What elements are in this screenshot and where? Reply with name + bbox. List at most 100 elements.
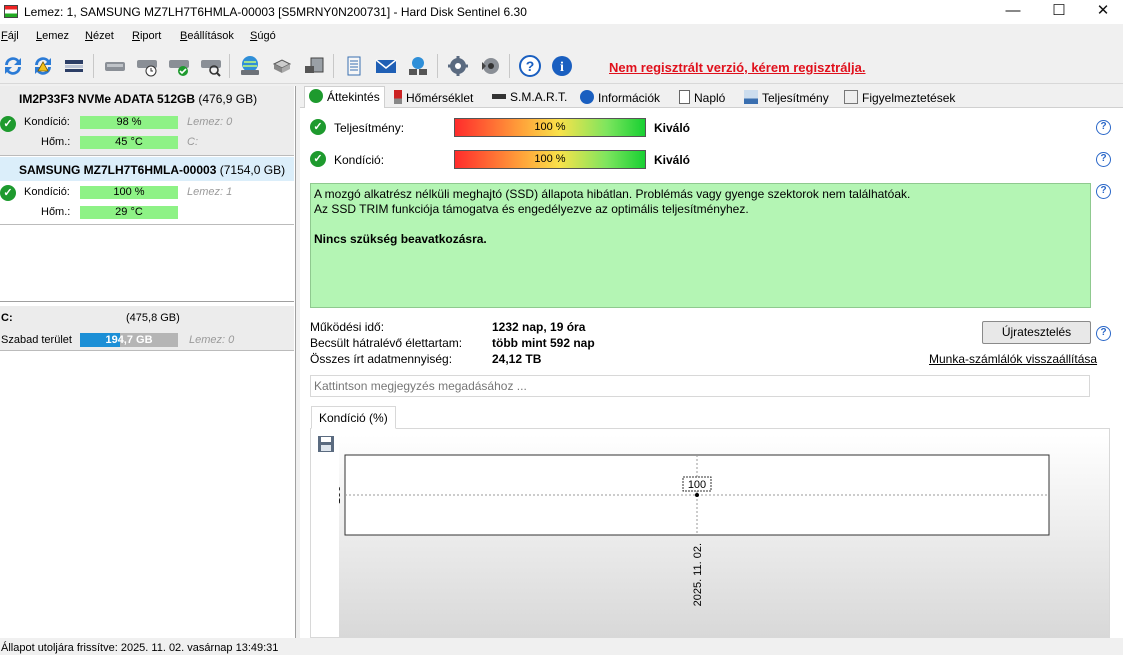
help-icon[interactable]: ? [1096, 120, 1111, 135]
toolbar: ? i [0, 48, 1123, 84]
volume-size: (475,8 GB) [126, 312, 180, 324]
reset-counters-link[interactable]: Munka-számlálók visszaállítása [929, 352, 1097, 366]
disk-index-label: Lemez: 0 [187, 116, 233, 128]
tab-smart[interactable]: S.M.A.R.T. [488, 88, 571, 108]
thermometer-icon [394, 90, 402, 104]
status-bar: Állapot utoljára frissítve: 2025. 11. 02… [0, 639, 1123, 655]
performance-rating: Kiváló [654, 121, 691, 135]
registration-link[interactable]: Nem regisztrált verzió, kérem regisztrál… [609, 60, 866, 75]
save-icon[interactable] [317, 435, 335, 453]
data-point [695, 493, 699, 497]
condition-label: Kondíció: [24, 116, 70, 128]
ok-check-icon: ✓ [0, 185, 16, 201]
menu-file[interactable]: Fájl [1, 30, 19, 42]
document-icon [679, 90, 690, 104]
chart-tab-condition[interactable]: Kondíció (%) [311, 406, 396, 429]
temperature-label: Hőm.: [41, 136, 71, 148]
disk-name: SAMSUNG MZ7LH7T6HMLA-00003 (7154,0 GB) [19, 163, 286, 177]
volume-card[interactable]: C: (475,8 GB) Szabad terület 194,7 GB Le… [0, 306, 294, 351]
y-tick-label: 100 [339, 486, 343, 504]
free-space-value: 194,7 GB [105, 334, 153, 346]
close-button[interactable]: ✕ [1080, 0, 1123, 24]
menu-disk[interactable]: Lemez [36, 30, 69, 42]
chart-panel: Kondíció (%) 100 2025. 11. 02. 100 [310, 406, 1110, 638]
overview-content: ✓ Teljesítmény: 100 % Kiváló ? ✓ Kondíci… [300, 108, 1123, 638]
network-icon[interactable] [405, 52, 431, 80]
temperature-bar: 45 °C [80, 136, 178, 149]
maximize-button[interactable]: ☐ [1036, 0, 1082, 24]
tab-information[interactable]: Információk [576, 88, 664, 108]
ok-check-icon: ✓ [310, 151, 326, 167]
help-icon[interactable]: ? [1096, 184, 1111, 199]
disk-icon[interactable] [61, 52, 87, 80]
condition-chart: 100 2025. 11. 02. 100 [331, 454, 1050, 606]
minimize-button[interactable]: — [990, 0, 1036, 24]
temperature-label: Hőm.: [41, 206, 71, 218]
disk-card-0[interactable]: IM2P33F3 NVMe ADATA 512GB (476,9 GB) ✓ K… [0, 86, 294, 156]
check-icon [309, 89, 323, 103]
disk-icon [492, 94, 506, 99]
detail-pane: Áttekintés Hőmérséklet S.M.A.R.T. Inform… [300, 86, 1123, 638]
x-tick-label: 2025. 11. 02. [692, 543, 704, 606]
written-value: 24,12 TB [492, 352, 542, 366]
disk-name: IM2P33F3 NVMe ADATA 512GB (476,9 GB) [19, 92, 258, 106]
menu-report[interactable]: Riport [132, 30, 161, 42]
performance-bar: 100 % [454, 118, 646, 137]
status-recommendation: Nincs szükség beavatkozásra. [314, 232, 487, 246]
ok-check-icon: ✓ [310, 119, 326, 135]
pane-divider [0, 301, 294, 302]
hdd-search-icon[interactable] [198, 52, 224, 80]
menu-view[interactable]: Nézet [85, 30, 114, 42]
menu-bar: Fájl Lemez Nézet Riport Beállítások Súgó [0, 27, 600, 47]
uptime-value: 1232 nap, 19 óra [492, 320, 586, 334]
lifetime-value: több mint 592 nap [492, 336, 595, 350]
title-bar: Lemez: 1, SAMSUNG MZ7LH7T6HMLA-00003 [S5… [0, 0, 1123, 24]
disk-index-label: Lemez: 1 [187, 186, 233, 198]
settings-icon[interactable] [445, 52, 471, 80]
data-label: 100 [688, 479, 706, 491]
condition-bar: 100 % [454, 150, 646, 169]
window-title: Lemez: 1, SAMSUNG MZ7LH7T6HMLA-00003 [S5… [24, 5, 527, 19]
disk-tools-icon[interactable] [269, 52, 295, 80]
menu-settings[interactable]: Beállítások [180, 30, 234, 42]
disk-card-1[interactable]: SAMSUNG MZ7LH7T6HMLA-00003 (7154,0 GB) ✓… [0, 157, 294, 225]
report-icon[interactable] [341, 52, 367, 80]
tab-log[interactable]: Napló [675, 88, 729, 108]
condition-label: Kondíció: [24, 186, 70, 198]
chart-area: 100 2025. 11. 02. 100 [331, 435, 1109, 638]
status-line: Az SSD TRIM funkciója támogatva és enged… [314, 202, 749, 216]
note-input[interactable]: Kattintson megjegyzés megadásához ... [310, 375, 1090, 397]
tab-temperature[interactable]: Hőmérséklet [390, 88, 477, 108]
hdd-icon[interactable] [102, 52, 128, 80]
hdd-check-icon[interactable] [166, 52, 192, 80]
help-icon[interactable]: ? [517, 52, 543, 80]
globe-disk-icon[interactable] [237, 52, 263, 80]
tab-overview[interactable]: Áttekintés [304, 86, 385, 109]
tab-alerts[interactable]: Figyelmeztetések [840, 88, 959, 108]
app-flag-icon [4, 5, 18, 18]
menu-help[interactable]: Súgó [250, 30, 276, 42]
mail-icon[interactable] [373, 52, 399, 80]
condition-label: Kondíció: [334, 153, 385, 167]
disk-remove-icon[interactable] [301, 52, 327, 80]
condition-bar: 98 % [80, 116, 178, 129]
info-icon [580, 90, 594, 104]
sound-icon[interactable] [477, 52, 503, 80]
refresh-icon[interactable] [0, 52, 26, 80]
help-icon[interactable]: ? [1096, 152, 1111, 167]
tab-bar: Áttekintés Hőmérséklet S.M.A.R.T. Inform… [300, 86, 1123, 109]
tab-performance[interactable]: Teljesítmény [740, 88, 833, 108]
condition-bar: 100 % [80, 186, 178, 199]
condition-rating: Kiváló [654, 153, 691, 167]
written-label: Összes írt adatmennyiség: [310, 352, 453, 366]
help-icon[interactable]: ? [1096, 326, 1111, 341]
ok-check-icon: ✓ [0, 116, 16, 132]
retest-button[interactable]: Újratesztelés [982, 321, 1091, 344]
performance-label: Teljesítmény: [334, 121, 405, 135]
alerts-icon [844, 90, 858, 104]
free-space-bar: 194,7 GB [80, 333, 178, 347]
hdd-clock-icon[interactable] [134, 52, 160, 80]
refresh-warning-icon[interactable] [30, 52, 56, 80]
info-icon[interactable]: i [549, 52, 575, 80]
free-space-label: Szabad terület [1, 334, 72, 346]
